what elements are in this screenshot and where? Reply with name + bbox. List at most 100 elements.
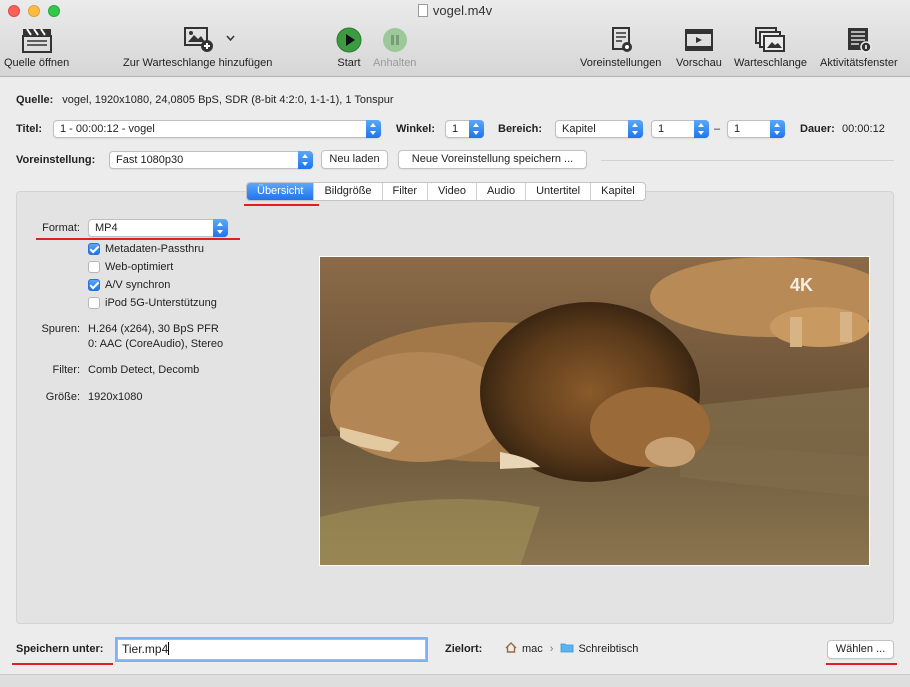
destination-folder: Schreibtisch xyxy=(578,643,639,655)
preset-select-value: Fast 1080p30 xyxy=(116,154,184,166)
tab-dimensions[interactable]: Bildgröße xyxy=(314,183,383,200)
tracks-video-value: H.264 (x264), 30 BpS PFR xyxy=(88,323,219,335)
format-highlight-underline xyxy=(36,238,240,240)
size-label: Größe: xyxy=(45,391,80,403)
add-queue-dropdown-chevron-icon[interactable] xyxy=(226,32,235,44)
range-type-stepper-icon xyxy=(628,120,643,138)
pause-button[interactable]: Anhalten xyxy=(373,25,416,69)
range-to-select[interactable]: 1 xyxy=(727,120,785,138)
tab-video[interactable]: Video xyxy=(428,183,477,200)
tab-filters[interactable]: Filter xyxy=(383,183,428,200)
format-select[interactable]: MP4 xyxy=(88,219,228,237)
play-icon xyxy=(336,25,362,55)
reload-preset-button[interactable]: Neu laden xyxy=(321,150,388,169)
title-bar: vogel.m4v Quelle öffnen Zur Warteschlang… xyxy=(0,0,910,77)
open-source-button[interactable]: Quelle öffnen xyxy=(4,25,69,69)
add-to-queue-label: Zur Warteschlange hinzufügen xyxy=(123,57,273,69)
tab-bar: Übersicht Bildgröße Filter Video Audio U… xyxy=(246,182,646,201)
preset-select[interactable]: Fast 1080p30 xyxy=(109,151,313,169)
save-as-label: Speichern unter: xyxy=(16,643,104,655)
range-dash: – xyxy=(714,123,721,135)
queue-label: Warteschlange xyxy=(734,57,807,69)
duration-label: Dauer: xyxy=(800,123,835,135)
clapperboard-icon xyxy=(21,25,53,55)
preset-divider xyxy=(601,160,894,161)
filters-label: Filter: xyxy=(52,364,81,376)
tab-audio[interactable]: Audio xyxy=(477,183,527,200)
queue-stack-icon xyxy=(754,25,786,55)
angle-select-value: 1 xyxy=(452,123,459,135)
ipod-support-label: iPod 5G-Unterstützung xyxy=(105,297,217,309)
presets-gear-icon xyxy=(607,25,635,55)
tab-highlight-underline xyxy=(244,204,319,206)
choose-highlight-underline xyxy=(826,663,897,665)
angle-select[interactable]: 1 xyxy=(445,120,484,138)
document-icon xyxy=(417,4,428,17)
window-title: vogel.m4v xyxy=(0,3,910,18)
range-type-select[interactable]: Kapitel xyxy=(555,120,643,138)
start-button[interactable]: Start xyxy=(336,25,362,69)
pause-icon xyxy=(382,25,408,55)
size-value: 1920x1080 xyxy=(88,391,143,403)
range-label: Bereich: xyxy=(498,123,543,135)
filename-input-value: Tier.mp4 xyxy=(122,642,169,656)
tab-subtitles[interactable]: Untertitel xyxy=(526,183,592,200)
open-source-label: Quelle öffnen xyxy=(4,57,70,69)
metadata-passthru-checkbox[interactable]: Metadaten-Passthru xyxy=(88,243,204,255)
title-select-value: 1 - 00:00:12 - vogel xyxy=(60,123,155,135)
preview-button[interactable]: Vorschau xyxy=(676,25,722,69)
pause-label: Anhalten xyxy=(373,57,417,69)
folder-icon xyxy=(560,642,574,656)
format-select-stepper-icon xyxy=(213,219,228,237)
range-to-stepper-icon xyxy=(770,120,785,138)
tab-chapters[interactable]: Kapitel xyxy=(591,183,645,200)
range-type-value: Kapitel xyxy=(562,123,596,135)
add-photo-icon xyxy=(181,25,215,55)
av-sync-check-icon xyxy=(88,279,100,291)
title-select-stepper-icon xyxy=(366,120,381,138)
tab-overview[interactable]: Übersicht xyxy=(247,183,315,200)
save-new-preset-button[interactable]: Neue Voreinstellung speichern ... xyxy=(398,150,587,169)
start-label: Start xyxy=(337,57,361,69)
source-label: Quelle: xyxy=(16,94,54,106)
destination-path[interactable]: mac › Schreibtisch xyxy=(505,642,638,656)
window-title-text: vogel.m4v xyxy=(432,3,493,18)
web-optimized-checkbox[interactable]: Web-optimiert xyxy=(88,261,173,273)
activity-log-icon xyxy=(845,25,873,55)
path-separator: › xyxy=(549,643,554,655)
range-to-value: 1 xyxy=(734,123,741,135)
angle-label: Winkel: xyxy=(396,123,436,135)
preview-label: Vorschau xyxy=(676,57,722,69)
format-label: Format: xyxy=(42,222,80,234)
activity-window-button[interactable]: Aktivitätsfenster xyxy=(820,25,898,69)
preset-select-stepper-icon xyxy=(298,151,313,169)
av-sync-checkbox[interactable]: A/V synchron xyxy=(88,279,170,291)
title-select[interactable]: 1 - 00:00:12 - vogel xyxy=(53,120,381,138)
duration-value: 00:00:12 xyxy=(842,123,885,135)
range-from-select[interactable]: 1 xyxy=(651,120,709,138)
title-label: Titel: xyxy=(16,123,43,135)
queue-button[interactable]: Warteschlange xyxy=(734,25,807,69)
choose-destination-button[interactable]: Wählen ... xyxy=(827,640,894,659)
preview-image[interactable]: 4K xyxy=(319,256,870,566)
tracks-audio-value: 0: AAC (CoreAudio), Stereo xyxy=(88,338,224,350)
home-icon xyxy=(505,642,517,656)
range-from-stepper-icon xyxy=(694,120,709,138)
tracks-label: Spuren: xyxy=(41,323,80,335)
filename-input[interactable]: Tier.mp4 xyxy=(117,639,426,660)
av-sync-label: A/V synchron xyxy=(105,279,171,291)
format-select-value: MP4 xyxy=(95,222,118,234)
metadata-passthru-check-icon xyxy=(88,243,100,255)
film-preview-icon xyxy=(684,25,714,55)
range-from-value: 1 xyxy=(658,123,665,135)
save-as-highlight-underline xyxy=(12,663,113,665)
presets-label: Voreinstellungen xyxy=(580,57,662,69)
presets-button[interactable]: Voreinstellungen xyxy=(580,25,661,69)
4k-badge: 4K xyxy=(790,275,813,295)
destination-user: mac xyxy=(522,643,543,655)
text-cursor xyxy=(168,642,170,655)
source-row: Quelle: vogel, 1920x1080, 24,0805 BpS, S… xyxy=(16,94,394,106)
ipod-support-checkbox[interactable]: iPod 5G-Unterstützung xyxy=(88,297,217,309)
add-to-queue-button[interactable]: Zur Warteschlange hinzufügen xyxy=(123,25,272,69)
angle-select-stepper-icon xyxy=(469,120,484,138)
